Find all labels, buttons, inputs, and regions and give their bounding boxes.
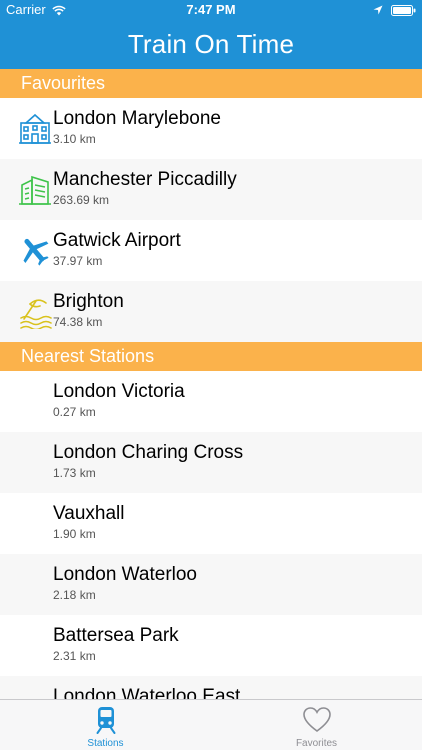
nearest-row[interactable]: London Charing Cross 1.73 km <box>0 432 422 493</box>
station-name: Vauxhall <box>53 503 125 524</box>
station-distance: 1.90 km <box>53 527 96 541</box>
station-name: Brighton <box>53 291 124 312</box>
train-icon <box>96 707 115 734</box>
heart-icon <box>302 707 331 732</box>
tab-label: Stations <box>87 738 124 749</box>
nearest-section-header: Nearest Stations <box>0 342 422 371</box>
station-name: London Marylebone <box>53 108 221 129</box>
status-time: 7:47 PM <box>186 2 236 17</box>
tab-favorites[interactable]: Favorites <box>211 700 422 750</box>
nearest-row[interactable]: Battersea Park 2.31 km <box>0 615 422 676</box>
station-name: Manchester Piccadilly <box>53 169 237 190</box>
location-arrow-icon <box>373 5 383 15</box>
tab-stations[interactable]: Stations <box>0 700 211 750</box>
station-distance: 2.31 km <box>53 649 96 663</box>
tab-bar: Stations Favorites <box>0 699 422 750</box>
station-distance: 0.27 km <box>53 405 96 419</box>
nearest-row[interactable]: London Waterloo 2.18 km <box>0 554 422 615</box>
station-distance: 263.69 km <box>53 193 110 207</box>
favourite-row-london-marylebone[interactable]: London Marylebone 3.10 km <box>0 98 422 159</box>
status-right <box>373 0 416 20</box>
nearest-row[interactable]: London Victoria 0.27 km <box>0 371 422 432</box>
station-name: Gatwick Airport <box>53 230 181 251</box>
station-distance: 37.97 km <box>53 254 103 268</box>
beach-icon <box>20 299 52 329</box>
station-name: London Waterloo <box>53 564 198 585</box>
battery-icon <box>391 4 416 16</box>
airplane-icon <box>23 238 49 266</box>
nearest-row[interactable]: Vauxhall 1.90 km <box>0 493 422 554</box>
station-distance: 2.18 km <box>53 588 96 602</box>
station-name: London Charing Cross <box>53 442 244 463</box>
station-name: London Victoria <box>53 381 185 402</box>
station-name: Battersea Park <box>53 625 179 646</box>
building-icon <box>19 113 51 144</box>
station-distance: 3.10 km <box>53 132 96 146</box>
app-title: Train On Time <box>127 29 295 59</box>
favourites-section-header: Favourites <box>0 69 422 98</box>
status-bar: Carrier 7:47 PM <box>0 0 422 20</box>
station-distance: 1.73 km <box>53 466 96 480</box>
tab-label: Favorites <box>295 738 338 749</box>
favourite-row-manchester-piccadilly[interactable]: Manchester Piccadilly 263.69 km <box>0 159 422 220</box>
navigation-header: Carrier 7:47 PM Train On Time <box>0 0 422 69</box>
favourite-row-gatwick-airport[interactable]: Gatwick Airport 37.97 km <box>0 220 422 281</box>
skyscraper-icon <box>19 175 51 205</box>
favourite-row-brighton[interactable]: Brighton 74.38 km <box>0 281 422 342</box>
station-distance: 74.38 km <box>53 315 103 329</box>
